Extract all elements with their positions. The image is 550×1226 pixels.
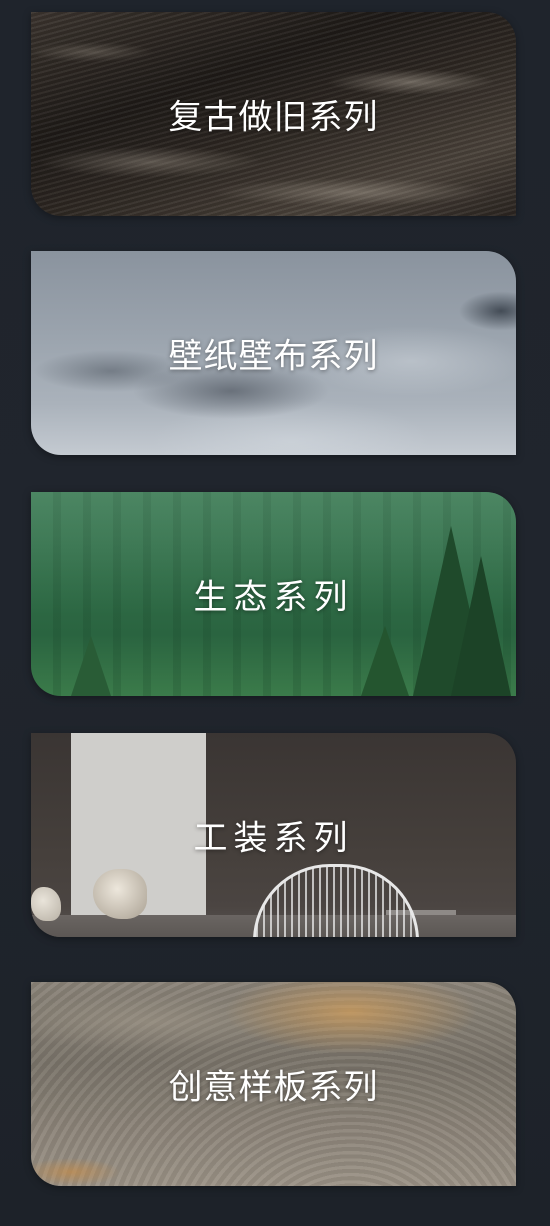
card-label: 创意样板系列 xyxy=(168,1067,379,1108)
series-card-ecology[interactable]: 生态系列 xyxy=(31,492,516,696)
rock-decoration xyxy=(31,887,61,921)
series-card-wallpaper[interactable]: 壁纸壁布系列 xyxy=(31,251,516,455)
card-label: 工装系列 xyxy=(193,818,354,859)
card-label: 复古做旧系列 xyxy=(168,97,379,138)
tree-decoration xyxy=(71,636,111,696)
card-label: 壁纸壁布系列 xyxy=(168,336,379,377)
series-card-workwear[interactable]: 工装系列 xyxy=(31,733,516,937)
tree-decoration xyxy=(361,626,409,696)
series-card-vintage[interactable]: 复古做旧系列 xyxy=(31,12,516,216)
card-label: 生态系列 xyxy=(193,577,354,618)
rock-decoration xyxy=(93,869,147,919)
series-card-creative[interactable]: 创意样板系列 xyxy=(31,982,516,1186)
